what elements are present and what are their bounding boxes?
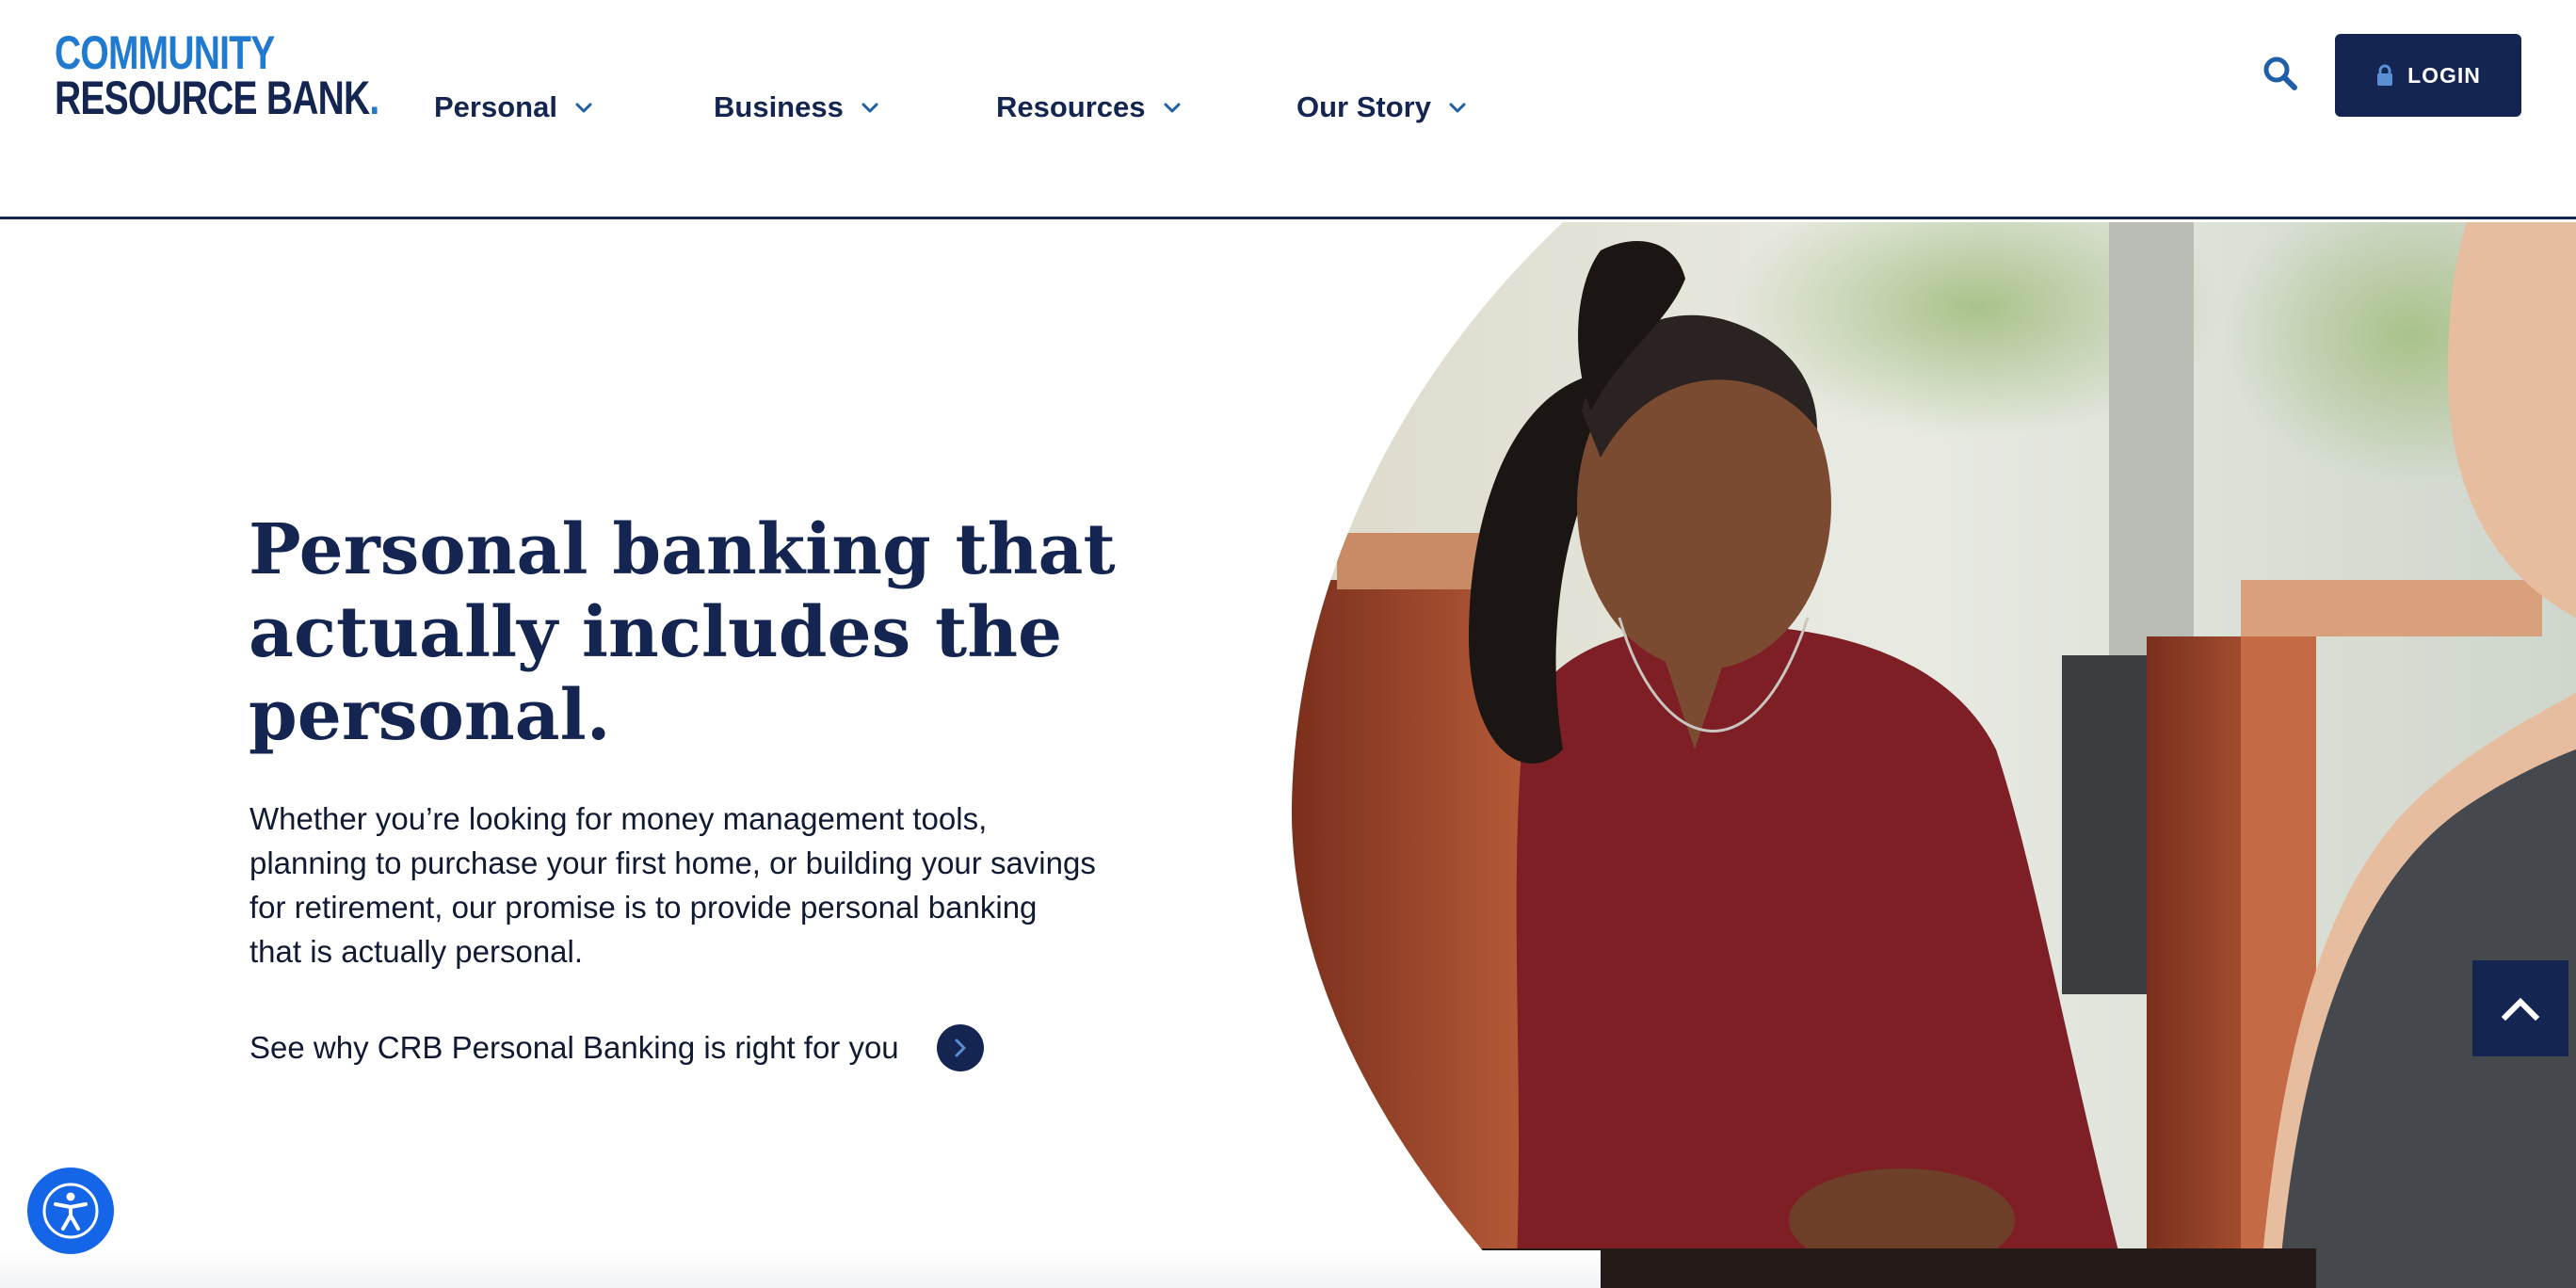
hero-title: Personal banking that actually includes … xyxy=(249,509,1116,756)
nav-item-business[interactable]: Business xyxy=(714,90,879,124)
scroll-to-top-button[interactable] xyxy=(2472,960,2568,1056)
cta-arrow-button[interactable] xyxy=(936,1024,984,1071)
hero-bottom-fade xyxy=(0,1250,1601,1288)
hero-cta-label: See why CRB Personal Banking is right fo… xyxy=(250,1030,899,1065)
chevron-down-icon xyxy=(1164,103,1181,113)
search-button[interactable] xyxy=(2262,55,2299,92)
logo-line-resource-bank: RESOURCE BANK. xyxy=(55,72,379,124)
nav-item-label: Resources xyxy=(996,90,1146,123)
login-button[interactable]: LOGIN xyxy=(2335,34,2521,117)
chevron-down-icon xyxy=(1449,103,1466,113)
logo-line-community: COMMUNITY xyxy=(55,26,275,79)
nav-item-label: Personal xyxy=(434,90,557,123)
nav-item-label: Our Story xyxy=(1296,90,1431,123)
accessibility-button[interactable] xyxy=(27,1167,114,1254)
site-header: COMMUNITY RESOURCE BANK. Personal Busine… xyxy=(0,0,2576,219)
nav-item-resources[interactable]: Resources xyxy=(996,90,1182,124)
hero-section: Personal banking that actually includes … xyxy=(0,222,2576,1288)
lock-icon xyxy=(2377,64,2393,86)
hero-cta-link[interactable]: See why CRB Personal Banking is right fo… xyxy=(250,1024,984,1071)
accessibility-icon xyxy=(42,1183,99,1239)
nav-item-our-story[interactable]: Our Story xyxy=(1296,90,1467,124)
hero-description: Whether you’re looking for money managem… xyxy=(250,801,1096,969)
chevron-down-icon xyxy=(575,103,592,113)
nav-item-personal[interactable]: Personal xyxy=(434,90,593,124)
chevron-down-icon xyxy=(861,103,878,113)
chevron-right-icon xyxy=(955,1038,966,1057)
search-icon xyxy=(2263,56,2297,90)
logo[interactable]: COMMUNITY RESOURCE BANK. xyxy=(55,26,471,124)
nav-item-label: Business xyxy=(714,90,844,123)
login-label: LOGIN xyxy=(2407,62,2481,88)
chevron-up-icon xyxy=(2502,997,2539,1021)
